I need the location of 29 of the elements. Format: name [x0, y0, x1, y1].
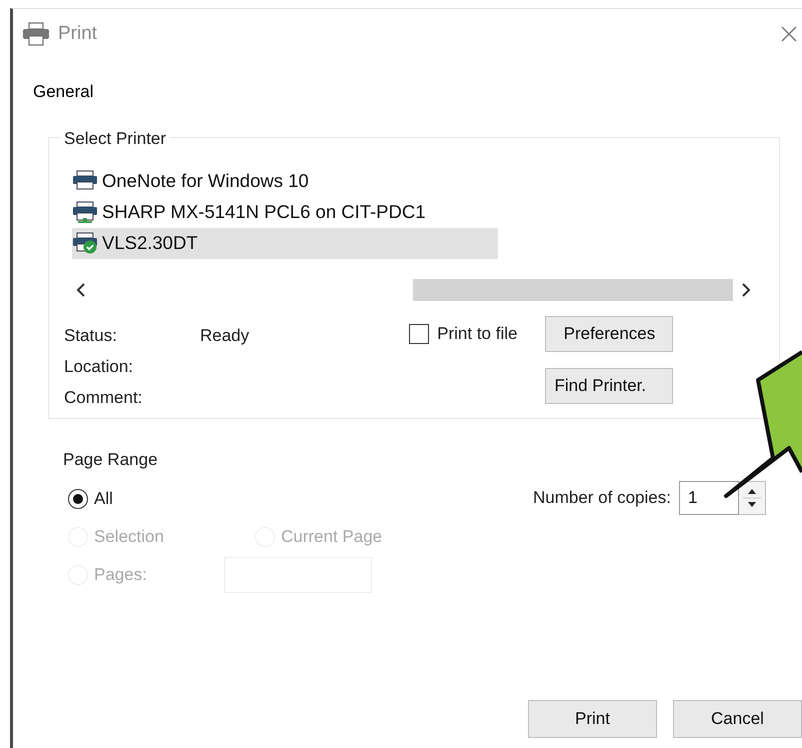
radio-label[interactable]: All — [94, 486, 113, 512]
printer-icon — [72, 170, 98, 192]
scrollbar-thumb[interactable] — [413, 278, 733, 300]
dialog-button[interactable]: Print — [528, 700, 657, 738]
preferences-button[interactable]: Preferences — [545, 316, 674, 352]
field-value: Ready — [200, 325, 250, 348]
section-title: Page Range — [63, 448, 159, 470]
field-label: Status: — [64, 325, 118, 348]
radio-button[interactable] — [68, 489, 88, 509]
dialog-button[interactable]: Cancel — [673, 700, 802, 738]
tab[interactable]: General — [33, 79, 94, 104]
printer-icon — [72, 232, 98, 254]
field-label: Number of copies: — [533, 486, 671, 509]
printer-item[interactable]: OneNote for Windows 10 — [72, 166, 498, 196]
chevron-right-icon[interactable] — [741, 282, 751, 296]
chevron-left-icon[interactable] — [76, 282, 86, 296]
close-icon[interactable] — [780, 25, 798, 43]
checkbox[interactable] — [409, 324, 430, 344]
spinner-icon[interactable] — [738, 480, 766, 514]
printer-icon — [72, 201, 98, 223]
field-label: Location: — [64, 356, 134, 378]
printer-item[interactable]: VLS2.30DT — [72, 228, 498, 258]
printer-icon — [22, 22, 50, 46]
field-label: Comment: — [64, 387, 144, 410]
printer-item[interactable]: SHARP MX-5141N PCL6 on CIT-PDC1 — [72, 196, 498, 228]
input-field[interactable]: 1 — [678, 480, 739, 514]
window-title: Print — [58, 22, 98, 46]
checkbox-label: Print to file — [437, 322, 518, 345]
find-printer-button[interactable]: Find Printer. — [545, 368, 674, 404]
